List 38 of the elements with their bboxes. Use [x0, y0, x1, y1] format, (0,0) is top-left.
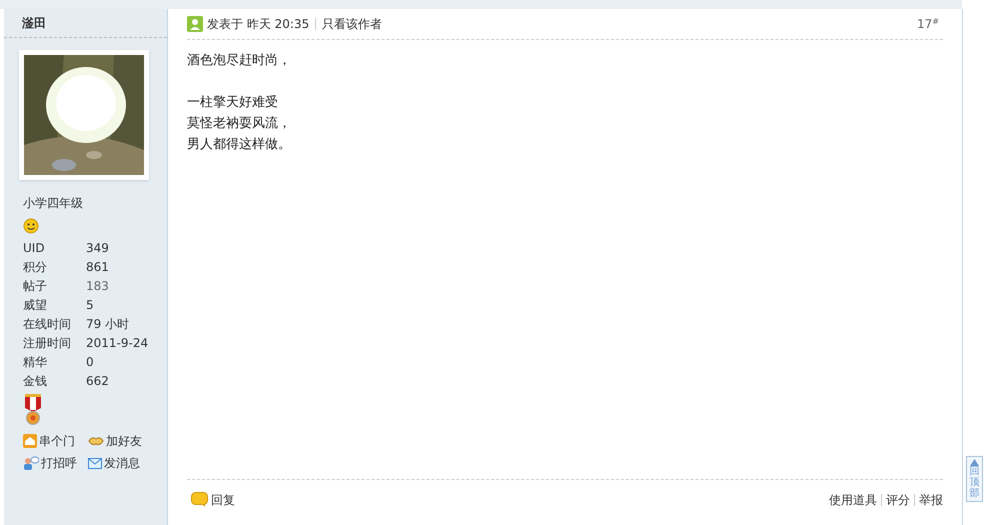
stat-value: 662	[86, 372, 109, 390]
post-tool-link[interactable]: 举报	[919, 490, 943, 508]
post-tool-link[interactable]: 使用道具	[829, 490, 877, 508]
stat-value: 0	[86, 354, 94, 370]
stat-value: 79 小时	[86, 316, 130, 332]
stat-label: 积分	[23, 258, 48, 276]
author-name[interactable]: 滏田	[22, 14, 46, 32]
stat-label: 注册时间	[23, 334, 72, 352]
stat-value[interactable]: 183	[86, 276, 109, 294]
person-chat-icon	[23, 456, 39, 470]
stat-value: 349	[86, 240, 109, 256]
stat-label: 精华	[23, 354, 48, 370]
stat-label: 威望	[23, 296, 48, 314]
stat-label: 帖子	[23, 278, 48, 294]
envelope-icon	[88, 458, 102, 468]
stat-label: 金钱	[23, 372, 48, 390]
profile-action-link[interactable]: 打招呼	[23, 454, 88, 472]
stat-value: 2011-9-24	[86, 334, 148, 352]
speech-bubble-icon	[191, 492, 208, 507]
reply-button[interactable]: 回复	[191, 490, 235, 508]
smiley-icon	[23, 218, 39, 234]
up-arrow-icon	[970, 459, 979, 466]
posted-time: 发表于 昨天 20:35	[207, 16, 310, 33]
stat-value: 5	[86, 296, 94, 314]
user-rank: 小学四年级	[23, 195, 84, 212]
user-icon	[187, 16, 203, 32]
profile-action-link[interactable]: 串个门	[23, 432, 88, 450]
stat-value: 861	[86, 258, 109, 276]
stat-label: UID	[23, 240, 46, 256]
post-body: 酒色泡尽赶时尚， 一柱擎天好难受 莫怪老衲耍风流， 男人都得这样做。	[187, 52, 292, 154]
medal-icon	[23, 394, 43, 426]
author-only-link[interactable]: 只看该作者	[322, 15, 382, 33]
profile-action-link[interactable]: 发消息	[88, 454, 153, 472]
house-icon	[23, 434, 37, 448]
profile-action-link[interactable]: 加好友	[88, 432, 153, 450]
stat-label: 在线时间	[23, 316, 72, 332]
floor-number[interactable]: 17$^{#}$	[917, 15, 939, 33]
post-tool-link[interactable]: 评分	[886, 490, 910, 508]
